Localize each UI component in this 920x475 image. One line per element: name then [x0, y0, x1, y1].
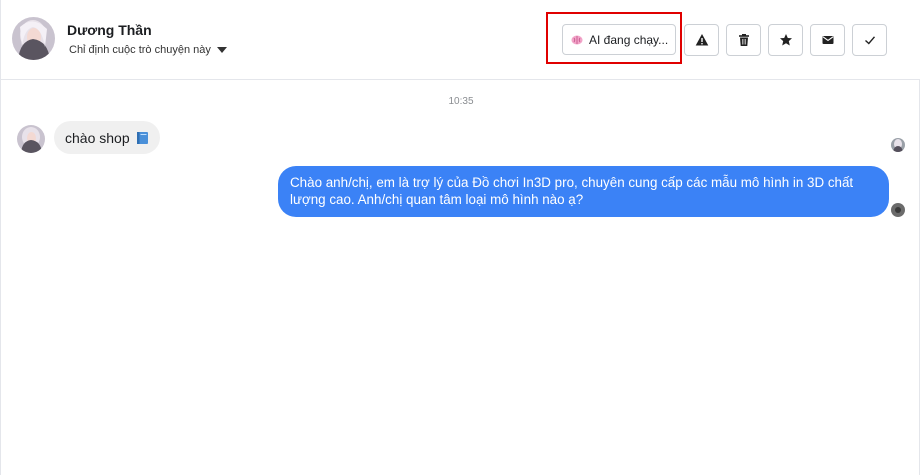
outgoing-message[interactable]: Chào anh/chị, em là trợ lý của Đồ chơi I…: [278, 166, 889, 217]
conversation-header: Dương Thần Chỉ định cuộc trò chuyện này …: [1, 0, 920, 80]
star-icon: [779, 34, 792, 46]
blue-book-icon: [136, 131, 148, 144]
sent-status-icon: [891, 203, 905, 217]
message-text: chào shop: [65, 129, 130, 146]
message-text: Chào anh/chị, em là trợ lý của Đồ chơi I…: [290, 175, 854, 207]
ai-status-button[interactable]: AI đang chạy...: [562, 24, 676, 55]
check-icon: [864, 36, 875, 45]
assign-conversation-dropdown[interactable]: Chỉ định cuộc trò chuyện này: [69, 44, 227, 56]
caret-down-icon: [216, 46, 227, 53]
report-button[interactable]: [684, 24, 719, 56]
sender-avatar: [17, 125, 45, 153]
mark-done-button[interactable]: [852, 24, 887, 56]
warning-icon: [695, 34, 708, 46]
message-timestamp: 10:35: [448, 96, 474, 107]
star-button[interactable]: [768, 24, 803, 56]
ai-status-label: AI đang chạy...: [589, 32, 669, 47]
incoming-message[interactable]: chào shop: [54, 121, 160, 154]
chat-window: Dương Thần Chỉ định cuộc trò chuyện này …: [0, 0, 920, 475]
mail-icon: [822, 36, 833, 44]
contact-name: Dương Thần: [67, 22, 152, 38]
mail-button[interactable]: [810, 24, 845, 56]
brain-icon: [571, 35, 583, 44]
avatar[interactable]: [12, 17, 55, 60]
seen-avatar: [891, 138, 905, 152]
delete-button[interactable]: [726, 24, 761, 56]
trash-icon: [738, 34, 749, 46]
assign-label: Chỉ định cuộc trò chuyện này: [69, 44, 211, 56]
